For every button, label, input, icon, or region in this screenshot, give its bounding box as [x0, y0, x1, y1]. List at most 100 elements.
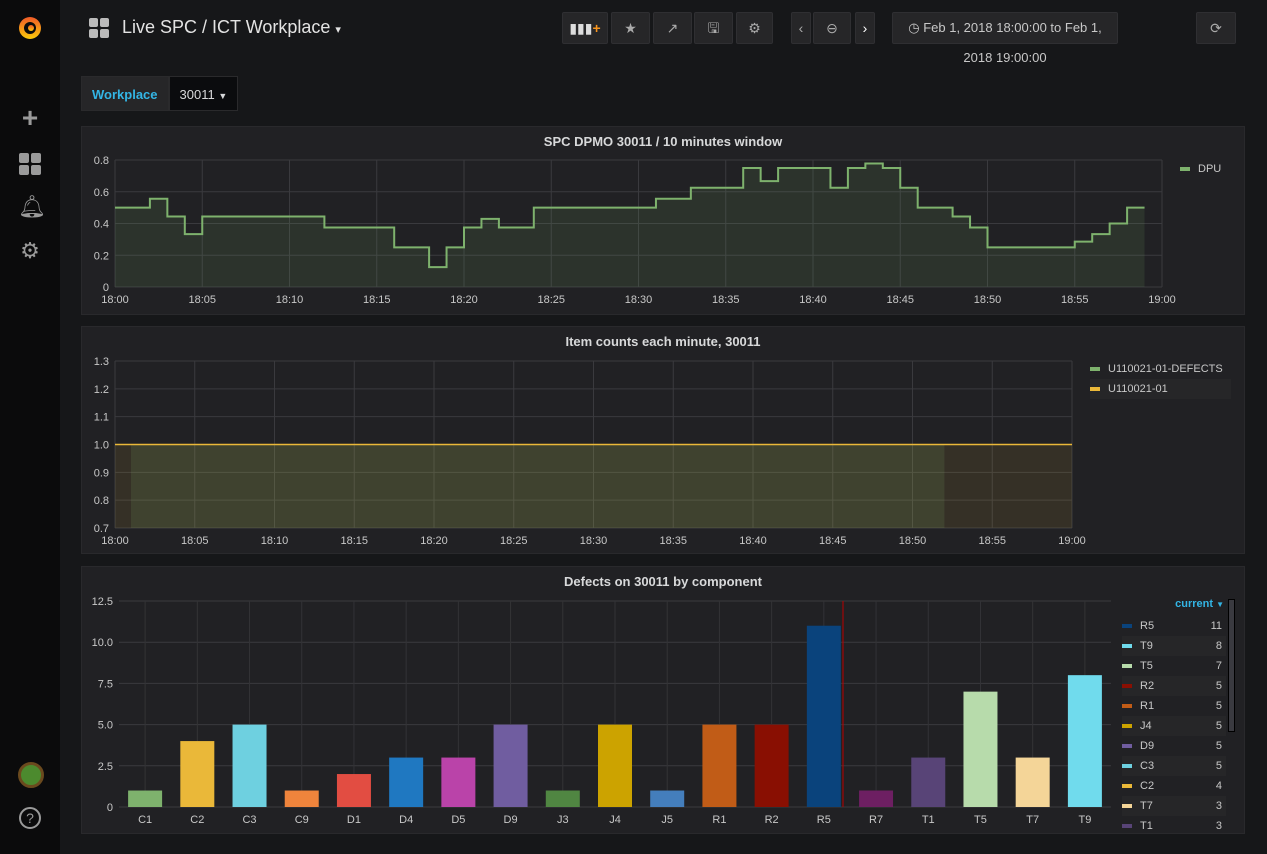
series-swatch	[1122, 724, 1132, 728]
series-swatch	[1122, 804, 1132, 808]
clock-icon: ◷	[908, 20, 920, 35]
panel-item-counts: Item counts each minute, 30011 0.7 0.8 0.9…	[81, 326, 1245, 554]
dashboard-title[interactable]: Live SPC / ICT Workplace ▾	[122, 17, 341, 38]
x-tick-label: R7	[869, 814, 883, 826]
bar-r2	[754, 724, 789, 807]
legend-value: 3	[1215, 820, 1222, 832]
legend-value: 5	[1215, 720, 1222, 732]
zoom-out-button[interactable]: ⊖	[813, 12, 851, 44]
chevron-left-icon: ‹	[798, 20, 804, 36]
legend-label: C3	[1140, 760, 1155, 772]
x-tick-label: R2	[765, 814, 779, 826]
settings-button[interactable]: ⚙	[736, 12, 773, 44]
plus-icon[interactable]: +	[18, 104, 42, 132]
y-tick-label: 0.8	[94, 495, 109, 507]
legend-item[interactable]: T9 8	[1122, 636, 1226, 656]
legend-label: R2	[1140, 680, 1155, 692]
legend-item[interactable]: D9 5	[1122, 736, 1226, 756]
time-forward-button[interactable]: ›	[855, 12, 875, 44]
x-tick-label: 18:20	[450, 294, 478, 306]
legend-item[interactable]: T5 7	[1122, 656, 1226, 676]
y-tick-label: 0.4	[94, 219, 109, 231]
legend-item[interactable]: U110021-01-DEFECTS	[1090, 359, 1231, 379]
variable-dropdown[interactable]: 30011 ▼	[168, 76, 239, 111]
dashboards-icon[interactable]	[18, 152, 42, 176]
x-tick-label: 18:40	[739, 535, 767, 547]
legend-value: 5	[1215, 760, 1222, 772]
series-swatch	[1122, 744, 1132, 748]
legend-item[interactable]: DPU	[1180, 159, 1221, 179]
bell-icon[interactable]: 🔔︎	[18, 195, 46, 219]
x-tick-label: J5	[661, 814, 673, 826]
dashboard-grid-icon	[89, 18, 109, 38]
add-panel-button[interactable]: ▮▮▮+	[562, 12, 608, 44]
panel-defects: Defects on 30011 by component 0 2.5 5.0 7.5…	[81, 566, 1245, 834]
legend-item[interactable]: C2 4	[1122, 776, 1226, 796]
legend-scrollbar[interactable]	[1228, 599, 1235, 732]
x-tick-label: 18:55	[978, 535, 1006, 547]
legend-table: current ▼ R5 11 T9 8 T5 7 R2 5 R1 5 J4 5 D9 5 C3 5 C2 4 T7…	[1122, 598, 1226, 836]
grafana-logo[interactable]	[14, 12, 46, 44]
legend-item[interactable]: R2 5	[1122, 676, 1226, 696]
bar-r1	[702, 724, 737, 807]
x-tick-label: 18:50	[974, 294, 1002, 306]
y-tick-label: 1.1	[94, 412, 109, 424]
x-tick-label: 18:05	[181, 535, 209, 547]
zoom-out-icon: ⊖	[826, 20, 838, 36]
x-tick-label: C2	[190, 814, 204, 826]
star-button[interactable]: ★	[611, 12, 650, 44]
series-swatch	[1122, 624, 1132, 628]
panel-dpu: SPC DPMO 30011 / 10 minutes window 0 0.2 0…	[81, 126, 1245, 315]
x-tick-label: 18:40	[799, 294, 827, 306]
legend-sort-current[interactable]: current ▼	[1122, 598, 1226, 616]
legend-label: T1	[1140, 820, 1153, 832]
series-swatch	[1122, 644, 1132, 648]
refresh-button[interactable]: ⟳	[1196, 12, 1236, 44]
bar-d5	[441, 757, 476, 807]
legend-value: 3	[1215, 800, 1222, 812]
help-icon[interactable]: ?	[19, 807, 41, 829]
legend-item[interactable]: T1 3	[1122, 816, 1226, 836]
bar-c2	[180, 741, 215, 807]
y-tick-label: 0	[107, 802, 113, 814]
bar-t9	[1067, 675, 1102, 807]
legend-item[interactable]: J4 5	[1122, 716, 1226, 736]
y-tick-label: 0.2	[94, 250, 109, 262]
save-button[interactable]: 🖫	[694, 12, 733, 44]
x-tick-label: D4	[399, 814, 413, 826]
legend-value: 5	[1215, 700, 1222, 712]
user-avatar[interactable]	[18, 762, 44, 788]
bar-t5	[963, 691, 998, 807]
time-range-picker[interactable]: ◷ Feb 1, 2018 18:00:00 to Feb 1, 2018 19…	[892, 12, 1118, 65]
x-tick-label: C3	[242, 814, 256, 826]
bar-d4	[389, 757, 424, 807]
x-tick-label: 18:05	[188, 294, 216, 306]
x-tick-label: 18:00	[101, 535, 129, 547]
series-swatch	[1090, 387, 1100, 391]
bar-j3	[545, 790, 580, 807]
y-tick-label: 0.6	[94, 187, 109, 199]
share-button[interactable]: ↗	[653, 12, 692, 44]
y-tick-label: 2.5	[98, 761, 113, 773]
series-area-defects	[130, 444, 945, 528]
x-tick-label: 18:45	[886, 294, 914, 306]
legend-item[interactable]: R1 5	[1122, 696, 1226, 716]
legend-value: 5	[1215, 680, 1222, 692]
legend-item[interactable]: T7 3	[1122, 796, 1226, 816]
y-tick-label: 1.3	[94, 356, 109, 368]
time-back-button[interactable]: ‹	[791, 12, 811, 44]
bar-j4	[598, 724, 632, 807]
legend: U110021-01-DEFECTS U110021-01	[1090, 359, 1231, 399]
bar-r5	[806, 625, 841, 807]
legend-value: 4	[1215, 780, 1222, 792]
legend-item[interactable]: R5 11	[1122, 616, 1226, 636]
variable-value: 30011	[179, 87, 215, 102]
bar-d9	[493, 724, 528, 807]
legend-item[interactable]: U110021-01	[1090, 379, 1231, 399]
save-icon: 🖫	[707, 20, 720, 36]
legend-item[interactable]: C3 5	[1122, 756, 1226, 776]
gear-icon[interactable]: ⚙	[18, 239, 42, 263]
series-swatch	[1122, 824, 1132, 828]
x-tick-label: T1	[922, 814, 935, 826]
x-tick-label: J4	[609, 814, 621, 826]
